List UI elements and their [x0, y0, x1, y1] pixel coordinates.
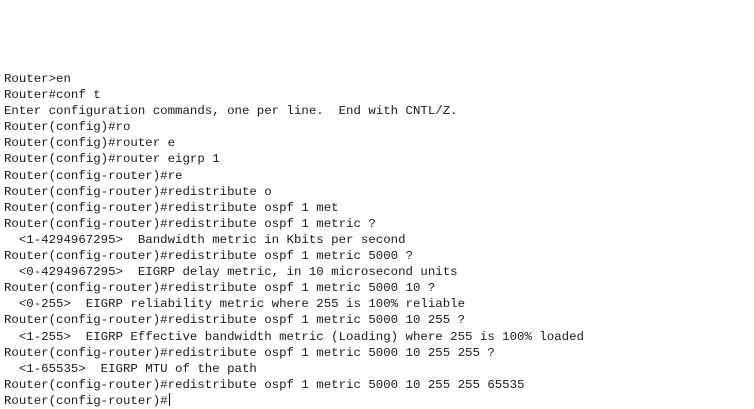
terminal-line: Router(config-router)#redistribute ospf …	[4, 313, 466, 328]
terminal-output: Router>en Router#conf t Enter configurat…	[4, 71, 584, 409]
terminal-line: Router(config-router)#redistribute ospf …	[4, 281, 436, 296]
terminal-line: Router(config-router)#redistribute ospf …	[4, 377, 525, 392]
terminal-line: <0-255> EIGRP reliability metric where 2…	[4, 297, 466, 312]
terminal-line: Router(config-router)#redistribute ospf …	[4, 200, 339, 215]
terminal-line: Router>en	[4, 72, 71, 86]
terminal-line: Router(config-router)#redistribute ospf …	[4, 249, 413, 264]
command-prompt-line[interactable]: Router(config-router)#	[4, 392, 584, 409]
terminal-line: <0-4294967295> EIGRP delay metric, in 10…	[4, 265, 458, 280]
terminal-line: Router#conf t	[4, 88, 101, 103]
command-prompt: Router(config-router)#	[4, 393, 168, 408]
terminal-console[interactable]: Router>en Router#conf t Enter configurat…	[0, 0, 754, 409]
terminal-line: Router(config-router)#redistribute ospf …	[4, 345, 495, 360]
terminal-line: <1-65535> EIGRP MTU of the path	[4, 361, 257, 376]
terminal-line: <1-255> EIGRP Effective bandwidth metric…	[4, 329, 584, 344]
terminal-line: Router(config)#ro	[4, 120, 131, 135]
terminal-line: <1-4294967295> Bandwidth metric in Kbits…	[4, 232, 406, 247]
terminal-line: Enter configuration commands, one per li…	[4, 104, 458, 119]
terminal-line: Router(config-router)#redistribute ospf …	[4, 216, 376, 231]
terminal-line: Router(config)#router eigrp 1	[4, 152, 220, 167]
terminal-line: Router(config-router)#re	[4, 168, 183, 183]
terminal-line: Router(config-router)#redistribute o	[4, 184, 272, 199]
text-cursor	[168, 392, 170, 406]
terminal-line: Router(config)#router e	[4, 136, 176, 151]
